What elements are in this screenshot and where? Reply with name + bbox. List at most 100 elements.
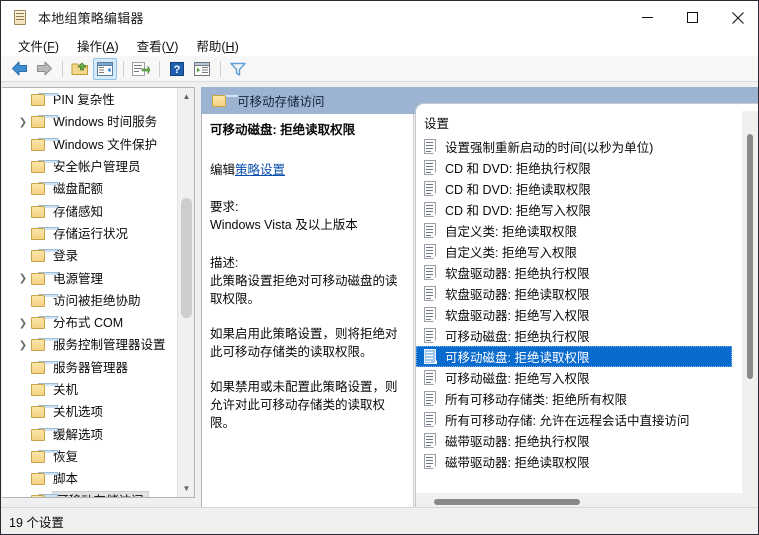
settings-hscroll-thumb[interactable] [434, 499, 580, 505]
requirements-label: 要求: [210, 200, 239, 214]
minimize-button[interactable] [625, 1, 670, 34]
edit-prefix: 编辑 [210, 163, 236, 177]
tree-item[interactable]: 缓解选项 [2, 423, 177, 445]
settings-list-row[interactable]: 软盘驱动器: 拒绝执行权限 [416, 262, 758, 283]
window-controls [625, 1, 758, 34]
chevron-right-icon[interactable]: ❯ [16, 340, 30, 351]
folder-icon [30, 338, 59, 352]
settings-list-row[interactable]: 自定义类: 拒绝写入权限 [416, 241, 758, 262]
tree-item[interactable]: 登录 [2, 245, 177, 267]
main-content: PIN 复杂性 ❯ Windows 时间服务 Windows 文件保护 安全帐户管理员磁… [1, 82, 758, 534]
toolbar: ? [1, 56, 758, 82]
show-hide-action-pane-icon[interactable] [190, 58, 214, 80]
policy-setting-icon [424, 223, 438, 238]
svg-text:?: ? [174, 64, 181, 76]
tree-item[interactable]: 可移动存储访问 [2, 490, 177, 497]
tree-item[interactable]: 存储感知 [2, 200, 177, 222]
settings-list-row[interactable]: 磁带驱动器: 拒绝执行权限 [416, 430, 758, 451]
tree-item[interactable]: 访问被拒绝协助 [2, 290, 177, 312]
forward-icon[interactable] [32, 58, 56, 80]
tree-item[interactable]: 服务器管理器 [2, 357, 177, 379]
tree-item[interactable]: 关机 [2, 379, 177, 401]
tree-item[interactable]: PIN 复杂性 [2, 89, 177, 111]
settings-list-row[interactable]: 自定义类: 拒绝读取权限 [416, 220, 758, 241]
filter-icon[interactable] [226, 58, 250, 80]
tree-item-label: 缓解选项 [53, 427, 104, 442]
back-icon[interactable] [7, 58, 31, 80]
toolbar-separator [220, 60, 221, 77]
tree-item[interactable]: 关机选项 [2, 401, 177, 423]
tree-vertical-scrollbar[interactable]: ▲ ▼ [177, 88, 194, 497]
maximize-button[interactable] [670, 1, 715, 34]
tree-item-label: PIN 复杂性 [53, 93, 115, 108]
folder-icon [30, 226, 59, 241]
menu-help[interactable]: 帮助(H) [187, 34, 247, 57]
settings-list-row[interactable]: CD 和 DVD: 拒绝写入权限 [416, 199, 758, 220]
settings-list-row[interactable]: 所有可移动存储: 允许在远程会话中直接访问 [416, 409, 758, 430]
status-text: 19 个设置 [9, 515, 64, 530]
folder-icon [30, 160, 59, 174]
chevron-right-icon[interactable]: ❯ [16, 273, 30, 284]
description-paragraph: 如果禁用或未配置此策略设置，则允许对此可移动存储类的读取权限。 [210, 380, 398, 430]
requirements-value: Windows Vista 及以上版本 [210, 218, 358, 232]
settings-list-row-label: 软盘驱动器: 拒绝写入权限 [445, 309, 590, 323]
tree-item[interactable]: ❯ 服务控制管理器设置 [2, 334, 177, 356]
console-tree[interactable]: PIN 复杂性 ❯ Windows 时间服务 Windows 文件保护 安全帐户管理员磁… [2, 89, 177, 497]
tree-item-label: Windows 时间服务 [53, 115, 158, 130]
policy-setting-icon [424, 307, 438, 322]
settings-list-row[interactable]: 磁带驱动器: 拒绝读取权限 [416, 451, 758, 472]
menu-action[interactable]: 操作(A) [68, 34, 128, 57]
tree-item[interactable]: 磁盘配额 [2, 178, 177, 200]
settings-list-row-label: 磁带驱动器: 拒绝执行权限 [445, 435, 590, 449]
folder-icon [30, 93, 59, 107]
tree-item[interactable]: ❯ 分布式 COM [2, 312, 177, 334]
scroll-down-arrow-icon[interactable]: ▼ [178, 480, 194, 497]
settings-list-row[interactable]: 软盘驱动器: 拒绝写入权限 [416, 304, 758, 325]
toolbar-separator [62, 60, 63, 77]
close-button[interactable] [715, 1, 758, 34]
settings-list-row[interactable]: CD 和 DVD: 拒绝执行权限 [416, 157, 758, 178]
export-list-icon[interactable] [129, 58, 153, 80]
tree-item-label: 服务控制管理器设置 [53, 338, 166, 353]
tree-item[interactable]: ❯ Windows 时间服务 [2, 111, 177, 133]
policy-setting-icon [424, 265, 438, 280]
tree-item[interactable]: 安全帐户管理员 [2, 156, 177, 178]
up-folder-icon[interactable] [68, 58, 92, 80]
folder-icon [30, 204, 59, 219]
settings-list-row[interactable]: 可移动磁盘: 拒绝写入权限 [416, 367, 758, 388]
tree-item[interactable]: 存储运行状况 [2, 223, 177, 245]
tree-item[interactable]: Windows 文件保护 [2, 134, 177, 156]
chevron-right-icon[interactable]: ❯ [16, 117, 30, 128]
settings-list-row[interactable]: 设置强制重新启动的时间(以秒为单位) [416, 136, 758, 157]
settings-list-row-label: CD 和 DVD: 拒绝写入权限 [445, 204, 591, 218]
settings-list-row[interactable]: CD 和 DVD: 拒绝读取权限 [416, 178, 758, 199]
help-icon[interactable]: ? [165, 58, 189, 80]
menu-file[interactable]: 文件(F) [9, 34, 68, 57]
toolbar-separator [159, 60, 160, 77]
settings-list-row-selected[interactable]: 可移动磁盘: 拒绝读取权限 [416, 346, 732, 367]
settings-list-row[interactable]: 所有可移动存储类: 拒绝所有权限 [416, 388, 758, 409]
settings-list-row[interactable]: 可移动磁盘: 拒绝执行权限 [416, 325, 758, 346]
policy-setting-icon [424, 328, 438, 343]
policy-setting-icon [424, 244, 438, 259]
show-hide-console-tree-icon[interactable] [93, 57, 117, 80]
menu-view[interactable]: 查看(V) [128, 34, 188, 57]
description-label: 描述: [210, 256, 239, 270]
folder-icon [30, 494, 59, 497]
tree-item[interactable]: 脚本 [2, 468, 177, 490]
folder-icon [211, 93, 240, 108]
edit-policy-setting-link[interactable]: 策略设置 [235, 163, 285, 177]
tree-scroll-thumb[interactable] [181, 198, 192, 318]
folder-icon [30, 472, 59, 486]
tree-item-label: 关机选项 [53, 405, 104, 420]
settings-scroll-thumb[interactable] [747, 134, 753, 379]
settings-list[interactable]: 设置强制重新启动的时间(以秒为单位) CD 和 DVD: 拒绝执行权限 CD 和 D… [416, 136, 758, 472]
tree-item[interactable]: 恢复 [2, 446, 177, 468]
scroll-up-arrow-icon[interactable]: ▲ [178, 88, 194, 105]
settings-column-header[interactable]: 设置 [416, 104, 758, 136]
tree-item[interactable]: ❯ 电源管理 [2, 267, 177, 289]
settings-list-row[interactable]: 软盘驱动器: 拒绝读取权限 [416, 283, 758, 304]
tree-item-label: 电源管理 [53, 271, 104, 286]
chevron-right-icon[interactable]: ❯ [16, 318, 30, 329]
settings-vertical-scrollbar[interactable] [742, 111, 758, 519]
